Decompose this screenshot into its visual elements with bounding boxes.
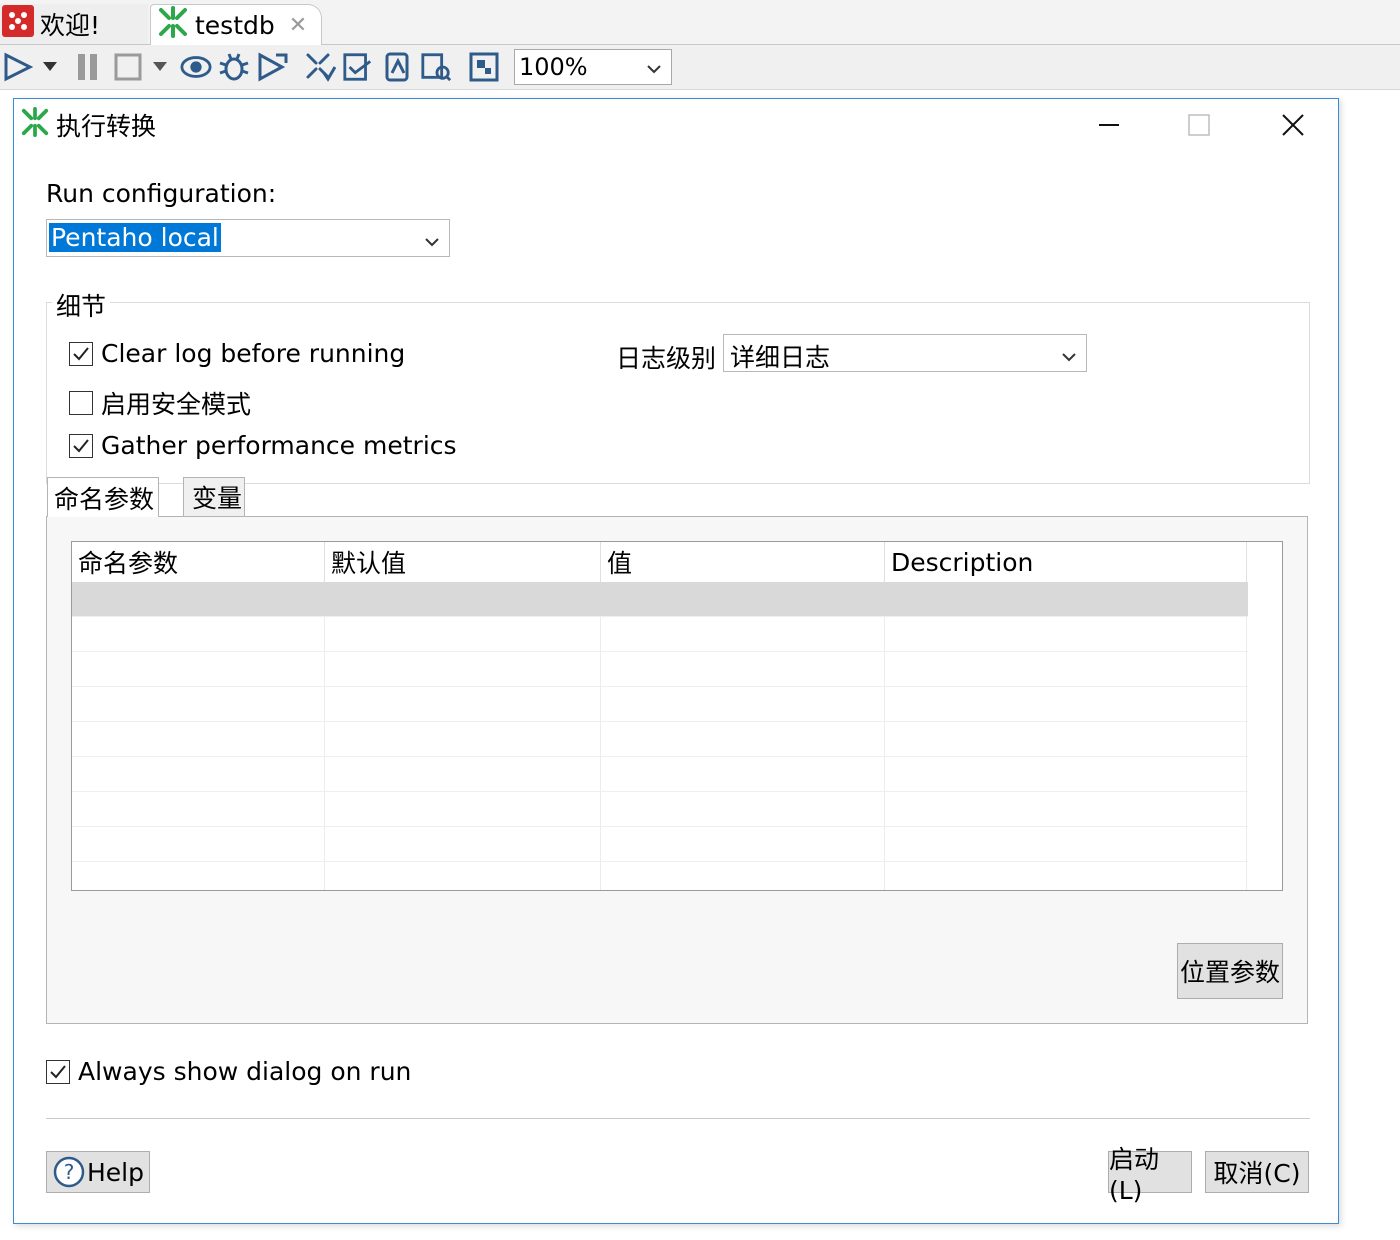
tab-welcome[interactable]: 欢迎! [0,4,148,44]
close-tab-icon[interactable]: ✕ [289,13,307,38]
table-row[interactable] [72,617,1248,652]
position-parameters-button[interactable]: 位置参数 [1177,943,1283,999]
tab-named-parameters-label: 命名参数 [54,484,155,514]
run-icon[interactable] [2,51,34,83]
chevron-down-icon [423,228,441,257]
tab-variables[interactable]: 变量 [183,477,245,517]
column-header-default-label: 默认值 [331,549,407,578]
replay-icon[interactable] [256,51,288,83]
tab-testdb[interactable]: testdb ✕ [150,4,322,45]
always-show-dialog-checkbox[interactable]: Always show dialog on run [46,1057,411,1086]
transformation-toolbar [0,45,1400,90]
log-level-label: 日志级别 [616,344,717,373]
column-header-name-label: 命名参数 [78,549,179,578]
help-icon: ? [53,1156,85,1188]
stop-options-dropdown-icon[interactable] [148,51,172,83]
show-results-icon[interactable] [468,51,500,83]
column-header-value[interactable]: 值 [601,542,885,582]
table-row[interactable] [72,792,1248,827]
start-label: 启动(L) [1109,1144,1160,1205]
clear-log-checkbox[interactable]: Clear log before running [69,339,405,368]
chevron-down-icon [645,56,663,84]
details-group-label: 细节 [52,287,111,323]
editor-tab-strip: 欢迎! testdb ✕ [0,0,1400,45]
gather-metrics-checkbox[interactable]: Gather performance metrics [69,431,457,460]
table-row[interactable] [72,757,1248,792]
run-configuration-select[interactable]: Pentaho local [46,219,450,257]
transformation-icon [20,107,50,141]
clear-log-label: Clear log before running [101,339,406,368]
log-level-select[interactable]: 详细日志 [723,334,1087,372]
help-label: Help [87,1157,144,1187]
tab-variables-label: 变量 [192,484,243,513]
pause-icon[interactable] [72,51,104,83]
column-header-description-label: Description [891,547,1034,577]
safe-mode-label: 启用安全模式 [101,390,252,419]
welcome-icon [2,5,34,43]
zoom-select[interactable]: 100% [514,49,672,85]
parameters-tab-folder: 命名参数 变量 命名参数 默认值 值 Description 位置参数 [46,477,1308,1024]
start-button[interactable]: 启动(L) [1108,1145,1192,1205]
table-row[interactable] [72,827,1248,862]
run-configuration-label: Run configuration: [46,179,277,208]
verify-icon[interactable] [304,51,336,83]
run-configuration-value: Pentaho local [49,223,221,252]
dialog-title: 执行转换 [56,112,157,141]
cancel-button[interactable]: 取消(C) [1205,1151,1309,1193]
tab-testdb-label: testdb [195,10,275,40]
table-row[interactable] [72,862,1248,890]
preview-eye-icon[interactable] [180,51,212,83]
execute-transformation-dialog: 执行转换 Run configuration: Pentaho local 细节… [13,98,1339,1224]
safe-mode-checkbox[interactable]: 启用安全模式 [69,385,251,421]
separator [46,1118,1310,1119]
tab-named-parameters[interactable]: 命名参数 [47,477,159,517]
impact-analysis-icon[interactable] [342,51,374,83]
gather-metrics-label: Gather performance metrics [101,431,457,460]
table-row[interactable] [72,687,1248,722]
log-level-value: 详细日志 [730,343,831,372]
checkbox-checked-icon [69,341,93,366]
explore-database-icon[interactable] [420,51,452,83]
checkbox-unchecked-icon [69,391,93,415]
transformation-icon [157,6,189,44]
help-button[interactable]: ? Help [46,1151,150,1193]
run-options-dropdown-icon[interactable] [38,51,62,83]
maximize-button[interactable] [1176,105,1222,145]
always-show-dialog-label: Always show dialog on run [78,1057,412,1086]
debug-bug-icon[interactable] [218,51,250,83]
svg-text:?: ? [64,1160,75,1184]
close-button[interactable] [1270,105,1316,145]
checkbox-checked-icon [46,1059,70,1084]
checkbox-checked-icon [69,433,93,458]
chevron-down-icon [1060,343,1078,372]
dialog-titlebar: 执行转换 [14,99,1338,147]
generate-sql-icon[interactable] [382,51,414,83]
table-row[interactable] [72,652,1248,687]
zoom-value: 100% [519,53,588,81]
minimize-button[interactable] [1086,105,1132,145]
column-header-value-label: 值 [607,549,633,578]
named-parameters-table[interactable]: 命名参数 默认值 值 Description [71,541,1283,891]
column-header-default[interactable]: 默认值 [325,542,601,582]
table-row[interactable] [72,582,1248,617]
position-parameters-label: 位置参数 [1179,958,1280,987]
run-configuration-value-wrap: Pentaho local [49,223,221,252]
stop-icon[interactable] [112,51,144,83]
column-header-description[interactable]: Description [885,542,1247,582]
cancel-label: 取消(C) [1213,1159,1301,1188]
tab-welcome-label: 欢迎! [40,11,101,40]
column-header-name[interactable]: 命名参数 [72,542,325,582]
table-row[interactable] [72,722,1248,757]
